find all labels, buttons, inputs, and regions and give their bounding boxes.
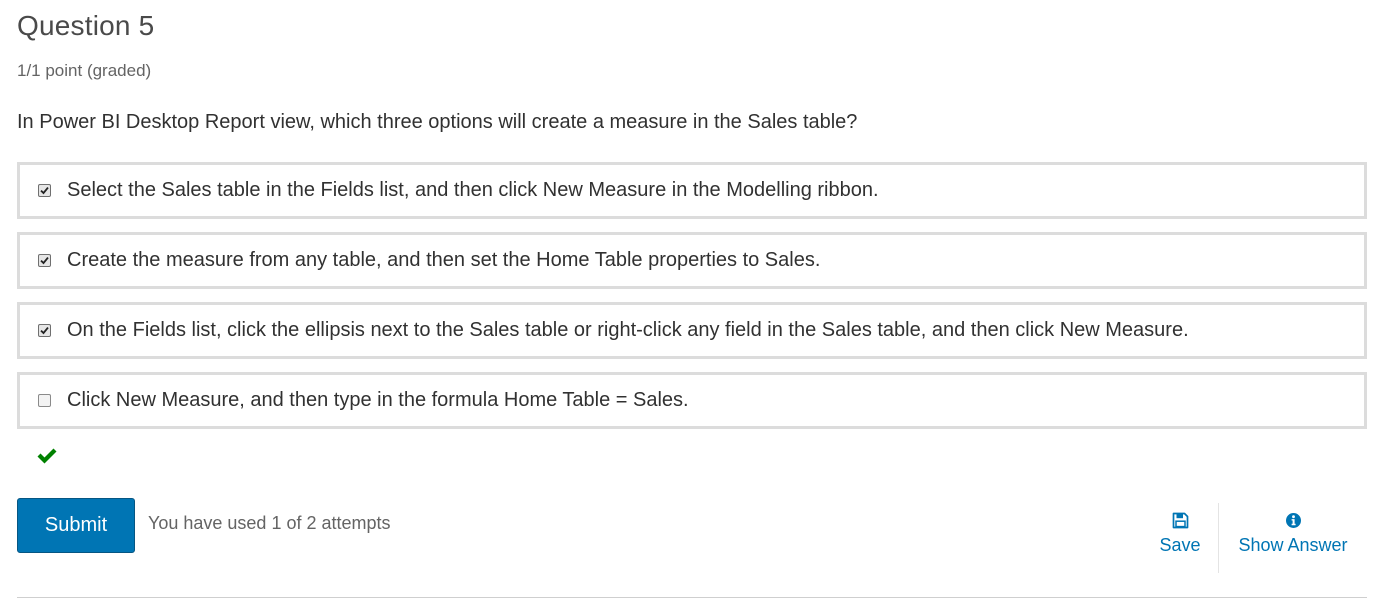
choice-label: Create the measure from any table, and t… (67, 249, 821, 271)
show-answer-button[interactable]: Show Answer (1236, 512, 1350, 556)
question-prompt: In Power BI Desktop Report view, which t… (17, 111, 858, 133)
submit-button[interactable]: Submit (17, 498, 135, 553)
choice-label: Click New Measure, and then type in the … (67, 389, 689, 411)
check-mark-icon (40, 327, 49, 335)
show-answer-label: Show Answer (1238, 535, 1348, 555)
choice-checkbox[interactable] (38, 184, 51, 197)
choice-checkbox[interactable] (38, 394, 51, 407)
choice-checkbox[interactable] (38, 324, 51, 337)
choice-option-4[interactable]: Click New Measure, and then type in the … (17, 372, 1367, 429)
section-divider (17, 597, 1367, 598)
choice-label: On the Fields list, click the ellipsis n… (67, 319, 1189, 341)
check-mark-icon (40, 187, 49, 195)
attempts-status: You have used 1 of 2 attempts (148, 513, 391, 533)
choice-checkbox[interactable] (38, 254, 51, 267)
choice-list: Select the Sales table in the Fields lis… (17, 162, 1367, 442)
choice-option-1[interactable]: Select the Sales table in the Fields lis… (17, 162, 1367, 219)
floppy-disk-icon (1172, 512, 1189, 529)
save-button[interactable]: Save (1159, 512, 1201, 556)
choice-option-3[interactable]: On the Fields list, click the ellipsis n… (17, 302, 1367, 359)
info-circle-icon (1285, 512, 1302, 529)
choice-label: Select the Sales table in the Fields lis… (67, 179, 879, 201)
checkmark-icon (36, 446, 58, 466)
question-title: Question 5 (17, 10, 155, 41)
check-mark-icon (40, 257, 49, 265)
action-divider (1218, 503, 1219, 573)
points-label: 1/1 point (graded) (17, 61, 152, 80)
save-label: Save (1159, 535, 1201, 555)
choice-option-2[interactable]: Create the measure from any table, and t… (17, 232, 1367, 289)
